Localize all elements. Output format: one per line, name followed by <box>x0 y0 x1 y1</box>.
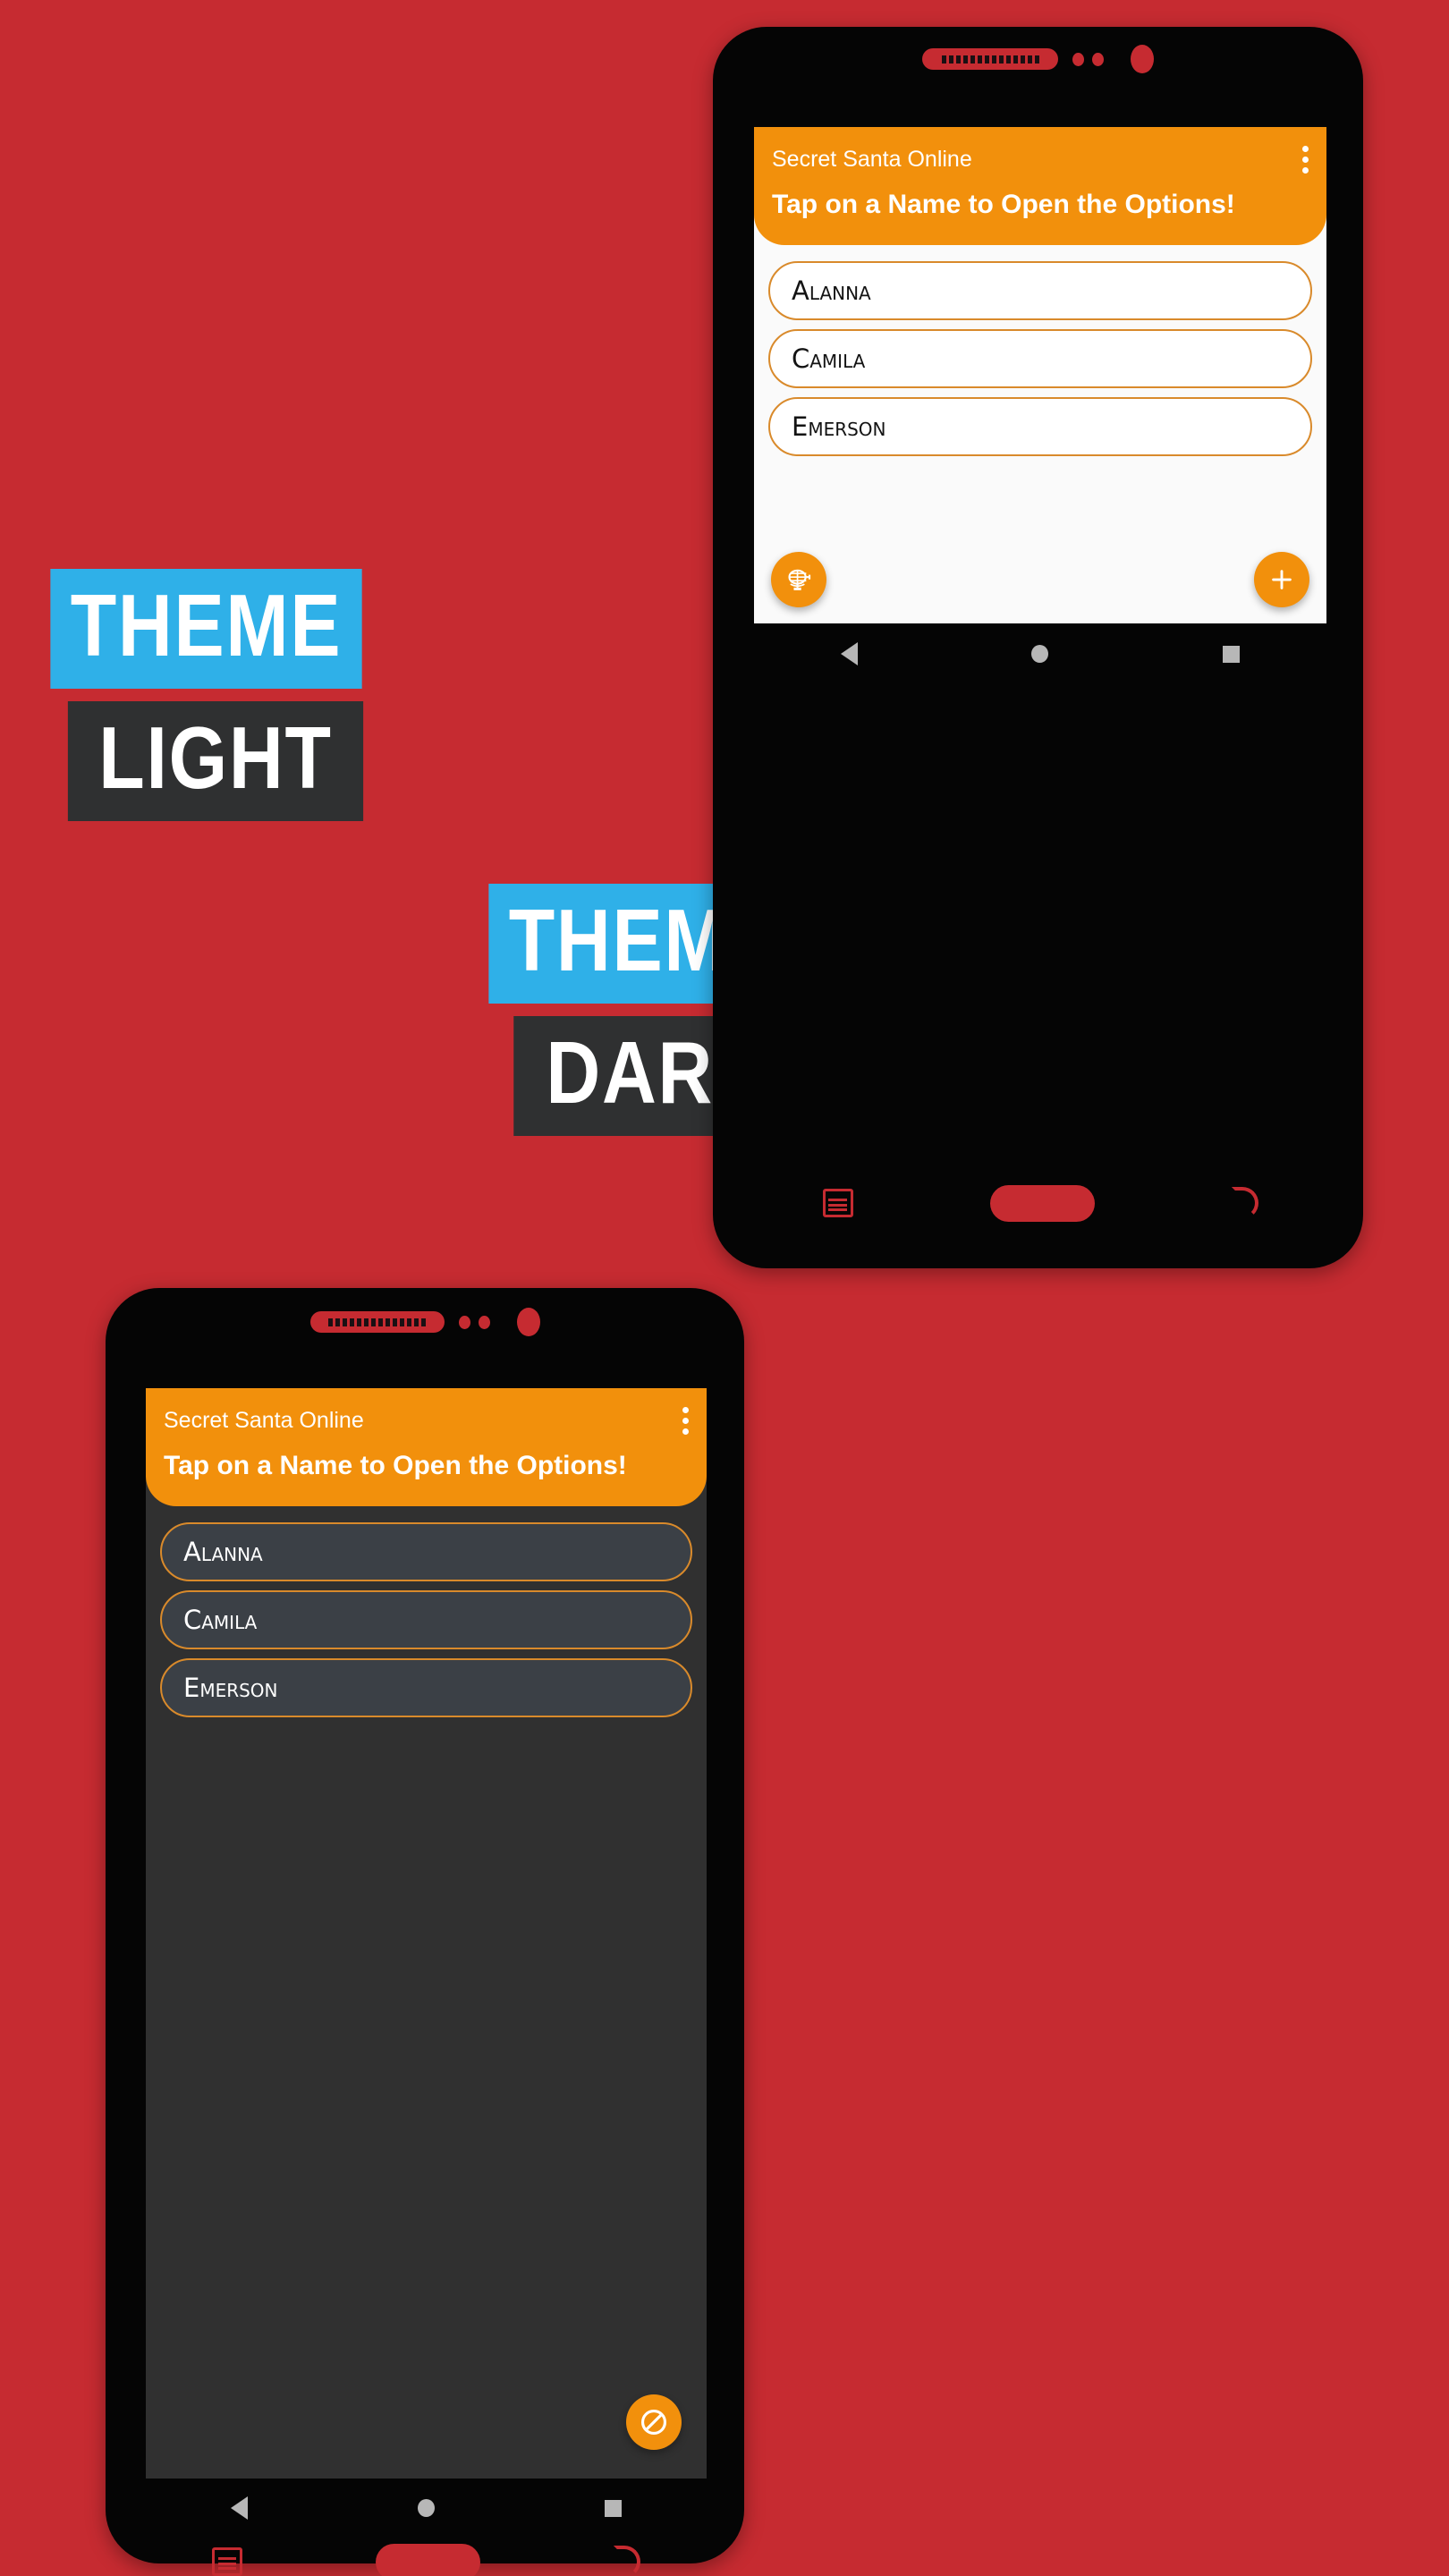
app-subtitle: Tap on a Name to Open the Options! <box>164 1451 627 1480</box>
recents-square-icon[interactable] <box>1222 645 1240 663</box>
recents-square-icon[interactable] <box>605 2499 622 2517</box>
proximity-sensor-icon <box>1072 52 1084 66</box>
phone-top-hardware <box>106 1301 744 1343</box>
name-list-dark: Alanna Camila Emerson <box>146 1506 707 1717</box>
app-bar-row: Secret Santa Online <box>164 1404 689 1436</box>
phone-mockup-light: Secret Santa Online Tap on a Name to Ope… <box>713 27 1363 1268</box>
back-triangle-icon[interactable] <box>841 642 859 665</box>
add-name-fab[interactable] <box>1254 552 1309 607</box>
back-triangle-icon[interactable] <box>231 2496 248 2520</box>
hardware-menu-icon[interactable] <box>822 1189 853 1217</box>
list-item[interactable]: Alanna <box>768 261 1312 320</box>
earpiece-speaker-icon <box>922 48 1058 70</box>
hardware-back-icon[interactable] <box>1231 1187 1258 1219</box>
phone-top-hardware <box>713 38 1363 80</box>
theme-light-badge-group: THEME LIGHT <box>25 569 387 821</box>
app-bar-row: Secret Santa Online <box>772 143 1309 175</box>
hardware-back-icon[interactable] <box>613 2546 640 2576</box>
front-camera-icon <box>516 1308 540 1336</box>
app-bar: Secret Santa Online Tap on a Name to Ope… <box>146 1388 707 1506</box>
name-label: Emerson <box>183 1673 278 1703</box>
hardware-key-row <box>754 1174 1326 1232</box>
app-title: Secret Santa Online <box>164 1407 364 1433</box>
hardware-key-row <box>146 2533 707 2576</box>
overflow-menu-icon[interactable] <box>1302 143 1309 175</box>
name-label: Alanna <box>183 1537 263 1567</box>
light-sensor-icon <box>478 1315 490 1329</box>
earpiece-speaker-icon <box>309 1311 445 1333</box>
screen-light: Secret Santa Online Tap on a Name to Ope… <box>754 127 1326 623</box>
badge-row-mode: LIGHT <box>25 701 387 821</box>
block-icon <box>640 2409 667 2436</box>
name-label: Alanna <box>792 275 871 306</box>
android-soft-nav-bar <box>754 623 1326 684</box>
light-sensor-icon <box>1092 52 1104 66</box>
home-circle-icon[interactable] <box>418 2499 435 2517</box>
badge-mode-light: LIGHT <box>67 701 364 821</box>
hardware-home-pill[interactable] <box>989 1184 1095 1222</box>
list-item[interactable]: Alanna <box>160 1522 692 1581</box>
android-soft-nav-bar <box>146 2479 707 2538</box>
plus-icon <box>1272 570 1292 589</box>
badge-theme-light-label: THEME <box>70 576 343 674</box>
shuffle-raffle-fab[interactable] <box>771 552 826 607</box>
proximity-sensor-icon <box>458 1315 470 1329</box>
name-label: Emerson <box>792 411 886 442</box>
app-bar: Secret Santa Online Tap on a Name to Ope… <box>754 127 1326 245</box>
front-camera-icon <box>1131 45 1154 73</box>
home-circle-icon[interactable] <box>1031 645 1049 663</box>
list-item[interactable]: Emerson <box>160 1658 692 1717</box>
badge-theme-light: THEME <box>50 569 362 689</box>
badge-row-theme: THEME <box>25 569 387 689</box>
screen-dark: Secret Santa Online Tap on a Name to Ope… <box>146 1388 707 2479</box>
list-item[interactable]: Emerson <box>768 397 1312 456</box>
list-item[interactable]: Camila <box>160 1590 692 1649</box>
phone-mockup-dark: Secret Santa Online Tap on a Name to Ope… <box>106 1288 744 2576</box>
hardware-home-pill[interactable] <box>375 2543 480 2576</box>
hardware-menu-icon[interactable] <box>212 2547 243 2576</box>
badge-mode-light-label: LIGHT <box>98 708 333 807</box>
list-item[interactable]: Camila <box>768 329 1312 388</box>
name-label: Camila <box>183 1605 258 1635</box>
app-subtitle: Tap on a Name to Open the Options! <box>772 190 1235 219</box>
overflow-menu-icon[interactable] <box>682 1404 689 1436</box>
app-title: Secret Santa Online <box>772 146 972 172</box>
raffle-drum-icon <box>788 569 811 590</box>
clear-all-fab[interactable] <box>626 2394 682 2450</box>
name-label: Camila <box>792 343 866 374</box>
name-list-light: Alanna Camila Emerson <box>754 245 1326 456</box>
